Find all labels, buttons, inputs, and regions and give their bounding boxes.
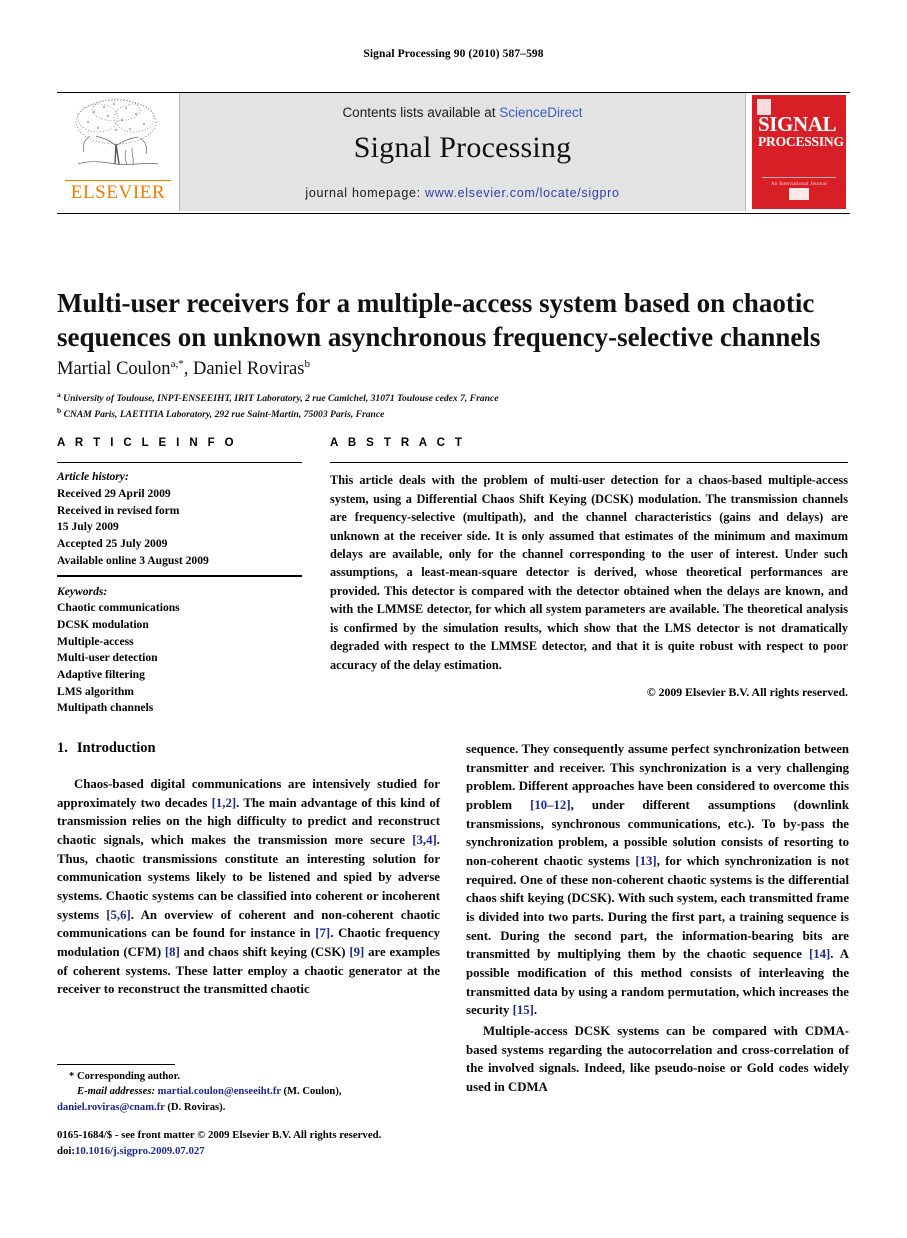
keywords-block: Keywords: Chaotic communications DCSK mo… xyxy=(57,584,302,718)
abstract-heading: A B S T R A C T xyxy=(330,437,466,449)
keywords-label: Keywords: xyxy=(57,584,108,598)
email-link-2[interactable]: daniel.roviras@cnam.fr xyxy=(57,1102,165,1113)
contents-available-line: Contents lists available at ScienceDirec… xyxy=(180,105,745,120)
author-name-1: Martial Coulon xyxy=(57,359,171,380)
affiliation-a-text: University of Toulouse, INPT-ENSEEIHT, I… xyxy=(63,393,499,405)
author-name-2: Daniel Roviras xyxy=(192,359,305,380)
doi-line: doi:10.1016/j.sigpro.2009.07.027 xyxy=(57,1144,477,1160)
corresponding-author-text: Corresponding author. xyxy=(76,1071,180,1083)
affiliation-list: a University of Toulouse, INPT-ENSEEIHT,… xyxy=(57,390,847,422)
body-column-left: 1. Introduction Chaos-based digital commu… xyxy=(57,740,440,1001)
elsevier-logo-rule xyxy=(65,179,171,181)
affiliation-a-mark: a xyxy=(57,390,61,399)
article-info-column: A R T I C L E I N F O Article history: R… xyxy=(57,437,302,717)
doi-label: doi: xyxy=(57,1144,75,1157)
abstract-copyright: © 2009 Elsevier B.V. All rights reserved… xyxy=(646,685,848,700)
cover-publisher-box-icon xyxy=(789,188,809,200)
email-owner-1: (M. Coulon), xyxy=(280,1086,342,1098)
journal-title: Signal Processing xyxy=(353,131,572,164)
journal-cover-thumbnail: SIGNAL PROCESSING An International Journ… xyxy=(746,93,850,211)
colophon-block: 0165-1684/$ - see front matter © 2009 El… xyxy=(57,1128,477,1159)
affiliation-b: b CNAM Paris, LAETITIA Laboratory, 292 r… xyxy=(57,406,847,422)
paragraph-intro-2: sequence. They consequently assume perfe… xyxy=(466,740,849,1020)
history-item: 15 July 2009 xyxy=(57,520,119,534)
affiliation-a: a University of Toulouse, INPT-ENSEEIHT,… xyxy=(57,390,847,406)
section-number: 1. xyxy=(57,740,68,756)
contents-prefix: Contents lists available at xyxy=(342,105,500,120)
keyword-item: Multipath channels xyxy=(57,701,154,715)
history-item: Received in revised form xyxy=(57,503,180,517)
keyword-item: Multi-user detection xyxy=(57,651,158,665)
section-heading-introduction: 1. Introduction xyxy=(57,740,440,757)
history-item: Available online 3 August 2009 xyxy=(57,553,209,567)
abstract-text: This article deals with the problem of m… xyxy=(330,473,848,672)
body-column-right: sequence. They consequently assume perfe… xyxy=(466,740,849,1099)
citation-ref[interactable]: [9] xyxy=(349,945,364,959)
cover-footer xyxy=(752,187,846,205)
text-run: and chaos shift keying (CSK) xyxy=(179,945,350,960)
footnote-rule xyxy=(57,1064,175,1066)
cover-title-line2: PROCESSING xyxy=(758,134,844,149)
citation-ref[interactable]: [13] xyxy=(635,854,656,868)
section-title: Introduction xyxy=(76,740,156,756)
abstract-column: A B S T R A C T This article deals with … xyxy=(330,437,848,700)
citation-ref[interactable]: [7] xyxy=(315,926,330,940)
doi-link[interactable]: 10.1016/j.sigpro.2009.07.027 xyxy=(75,1145,205,1157)
homepage-prefix: journal homepage: xyxy=(305,186,425,200)
cover-rule xyxy=(762,177,836,178)
keyword-item: Chaotic communications xyxy=(57,601,180,615)
journal-homepage-line: journal homepage: www.elsevier.com/locat… xyxy=(180,186,745,200)
email-addresses-line: E-mail addresses: martial.coulon@enseeih… xyxy=(57,1084,440,1115)
article-history-label: Article history: xyxy=(57,470,129,484)
history-item: Accepted 25 July 2009 xyxy=(57,537,168,551)
email-label: E-mail addresses: xyxy=(77,1086,155,1098)
history-item: Received 29 April 2009 xyxy=(57,486,171,500)
author-2-affil-mark: b xyxy=(304,358,310,370)
page-title: Multi-user receivers for a multiple-acce… xyxy=(57,288,821,353)
cover-title-line1: SIGNAL xyxy=(758,112,837,136)
citation-ref[interactable]: [8] xyxy=(165,945,180,959)
keyword-item: Multiple-access xyxy=(57,634,134,648)
keywords-rule xyxy=(57,575,302,577)
paper-page: Signal Processing 90 (2010) 587–598 ELSE… xyxy=(0,0,907,1238)
keyword-item: DCSK modulation xyxy=(57,617,149,631)
citation-ref[interactable]: [5,6] xyxy=(106,908,131,922)
journal-masthead: ELSEVIER Contents lists available at Sci… xyxy=(57,92,850,214)
footnote-block: * Corresponding author. E-mail addresses… xyxy=(57,1064,440,1115)
citation-ref[interactable]: [15] xyxy=(513,1003,534,1017)
article-info-heading: A R T I C L E I N F O xyxy=(57,437,238,449)
keyword-item: LMS algorithm xyxy=(57,684,134,698)
author-list: Martial Coulona,*, Daniel Rovirasb xyxy=(57,358,847,380)
journal-band: Contents lists available at ScienceDirec… xyxy=(180,93,746,211)
footnote-text: * Corresponding author. E-mail addresses… xyxy=(57,1069,440,1115)
corresponding-author-mark: * xyxy=(69,1071,75,1083)
author-separator: , xyxy=(183,359,193,380)
email-link-1[interactable]: martial.coulon@enseeiht.fr xyxy=(158,1086,281,1097)
citation-ref[interactable]: [10–12] xyxy=(530,798,571,812)
journal-homepage-link[interactable]: www.elsevier.com/locate/sigpro xyxy=(425,186,620,200)
citation-ref[interactable]: [3,4] xyxy=(412,833,437,847)
text-run: . xyxy=(533,1003,538,1018)
paragraph-intro-1: Chaos-based digital communications are i… xyxy=(57,775,440,999)
affiliation-b-text: CNAM Paris, LAETITIA Laboratory, 292 rue… xyxy=(63,408,385,420)
keyword-item: Adaptive filtering xyxy=(57,667,145,681)
elsevier-logo: ELSEVIER xyxy=(57,93,180,211)
citation-ref[interactable]: [1,2] xyxy=(212,796,237,810)
sciencedirect-link[interactable]: ScienceDirect xyxy=(499,105,582,120)
corresponding-author-note: * Corresponding author. xyxy=(57,1069,440,1084)
article-history-block: Article history: Received 29 April 2009 … xyxy=(57,463,302,569)
issn-frontmatter-line: 0165-1684/$ - see front matter © 2009 El… xyxy=(57,1129,382,1141)
elsevier-wordmark: ELSEVIER xyxy=(70,182,166,203)
author-1-affil-mark: a,* xyxy=(170,358,184,370)
email-owner-2: (D. Roviras). xyxy=(164,1101,226,1113)
paragraph-intro-3: Multiple-access DCSK systems can be comp… xyxy=(466,1024,849,1095)
affiliation-b-mark: b xyxy=(57,405,62,415)
citation-ref[interactable]: [14] xyxy=(809,947,830,961)
elsevier-tree-icon xyxy=(75,98,159,166)
text-run: , for which synchronization is not requi… xyxy=(466,854,849,962)
running-head: Signal Processing 90 (2010) 587–598 xyxy=(363,48,544,60)
